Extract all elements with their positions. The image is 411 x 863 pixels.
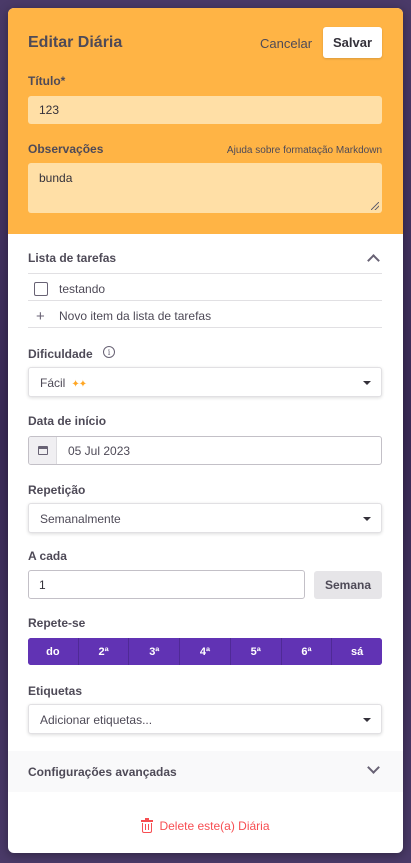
title-input[interactable]: 123	[28, 96, 382, 124]
resize-grip-icon[interactable]	[371, 202, 379, 210]
notes-label: Observações	[28, 142, 104, 156]
divider	[28, 300, 382, 301]
caret-down-icon	[363, 718, 371, 722]
checklist-item-label[interactable]: testando	[59, 282, 105, 296]
cancel-button[interactable]: Cancelar	[260, 36, 312, 51]
edit-daily-modal: Editar Diária Cancelar Salvar Título* 12…	[8, 8, 403, 853]
repeat-select[interactable]: Semanalmente	[28, 503, 382, 533]
start-date-label: Data de início	[28, 414, 107, 428]
tags-select[interactable]: Adicionar etiquetas...	[28, 704, 382, 734]
weekday-toggle-friday[interactable]: 6ª	[281, 638, 333, 665]
difficulty-value-text: Fácil	[40, 376, 66, 390]
calendar-button[interactable]	[29, 437, 57, 464]
every-label: A cada	[28, 549, 67, 563]
markdown-help-link[interactable]: Ajuda sobre formatação Markdown	[227, 145, 382, 156]
caret-down-icon	[363, 381, 371, 385]
repeats-on-label: Repete-se	[28, 616, 86, 630]
delete-daily-button[interactable]: Delete este(a) Diária	[8, 814, 403, 838]
every-unit-label: Semana	[314, 571, 382, 599]
repeat-label: Repetição	[28, 483, 86, 497]
notes-textarea-value: bunda	[39, 171, 73, 185]
weekday-toggle-saturday[interactable]: sá	[332, 638, 382, 665]
every-input[interactable]: 1	[28, 570, 305, 599]
calendar-icon	[38, 446, 48, 455]
plus-icon: +	[36, 308, 45, 325]
trash-icon	[141, 818, 154, 833]
weekday-selector: do 2ª 3ª 4ª 5ª 6ª sá	[28, 638, 382, 665]
checklist-label: Lista de tarefas	[28, 251, 117, 265]
start-date-input[interactable]: 05 Jul 2023	[28, 436, 382, 465]
advanced-settings-toggle[interactable]: Configurações avançadas	[8, 751, 403, 792]
new-checklist-item-input[interactable]: Novo item da lista de tarefas	[59, 309, 211, 323]
every-input-value: 1	[39, 578, 46, 592]
notes-textarea[interactable]: bunda	[28, 163, 382, 213]
tags-label: Etiquetas	[28, 684, 83, 698]
divider	[28, 273, 382, 274]
divider	[28, 327, 382, 328]
weekday-toggle-sunday[interactable]: do	[28, 638, 79, 665]
chevron-up-icon[interactable]	[367, 254, 380, 267]
difficulty-value: Fácil ✦✦	[40, 376, 87, 390]
info-icon[interactable]: i	[103, 346, 115, 358]
weekday-toggle-tuesday[interactable]: 3ª	[129, 638, 181, 665]
caret-down-icon	[363, 517, 371, 521]
chevron-down-icon	[367, 761, 380, 774]
modal-header-panel: Editar Diária Cancelar Salvar Título* 12…	[8, 8, 403, 234]
delete-daily-label: Delete este(a) Diária	[159, 819, 270, 833]
weekday-toggle-wednesday[interactable]: 4ª	[180, 638, 231, 665]
title-input-value: 123	[39, 103, 60, 117]
difficulty-label: Dificuldade	[28, 347, 93, 361]
difficulty-select[interactable]: Fácil ✦✦	[28, 367, 382, 397]
checklist-item-checkbox[interactable]	[34, 282, 48, 296]
weekday-toggle-monday[interactable]: 2ª	[78, 638, 130, 665]
title-label: Título*	[28, 74, 66, 88]
repeat-value: Semanalmente	[40, 512, 121, 526]
start-date-value: 05 Jul 2023	[68, 444, 131, 458]
weekday-toggle-thursday[interactable]: 5ª	[230, 638, 282, 665]
save-button[interactable]: Salvar	[323, 27, 382, 58]
modal-title: Editar Diária	[28, 34, 123, 51]
sparkle-icon: ✦✦	[71, 379, 87, 390]
tags-placeholder: Adicionar etiquetas...	[40, 713, 153, 727]
advanced-settings-label: Configurações avançadas	[28, 765, 177, 779]
